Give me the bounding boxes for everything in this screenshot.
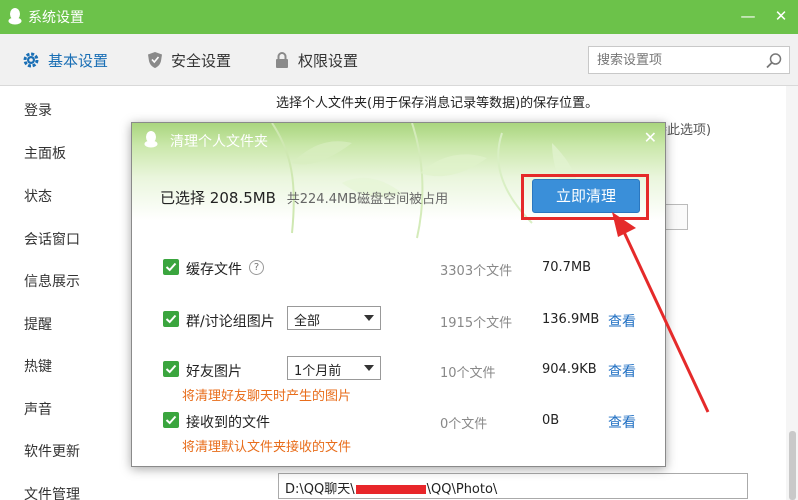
sidebar-item-file-management[interactable]: 文件管理 — [24, 484, 80, 500]
chevron-down-icon — [364, 315, 374, 321]
sidebar-item-info-display[interactable]: 信息展示 — [24, 271, 80, 291]
minimize-button[interactable]: — — [737, 6, 759, 26]
qq-logo-icon — [8, 8, 22, 25]
received-files-label: 接收到的文件 — [186, 415, 270, 431]
background-button[interactable] — [664, 204, 688, 230]
dialog-close-button[interactable]: ✕ — [644, 128, 657, 147]
window-title: 系统设置 — [28, 10, 84, 26]
group-images-view-link[interactable]: 查看 — [608, 311, 636, 331]
friend-images-file-count: 10个文件 — [440, 366, 496, 381]
received-files-note: 将清理默认文件夹接收的文件 — [182, 440, 352, 455]
received-files-view-link[interactable]: 查看 — [608, 412, 636, 432]
received-files-checkbox[interactable] — [163, 412, 179, 428]
sidebar-item-hotkey[interactable]: 热键 — [24, 356, 52, 376]
sidebar-item-reminder[interactable]: 提醒 — [24, 314, 52, 334]
sidebar-item-main-panel[interactable]: 主面板 — [24, 143, 66, 163]
tab-permission-settings[interactable]: 权限设置 — [274, 48, 358, 72]
folder-description: 选择个人文件夹(用于保存消息记录等数据)的保存位置。 — [276, 96, 599, 111]
gear-icon — [23, 52, 39, 68]
sidebar: 登录 主面板 状态 会话窗口 信息展示 提醒 热键 声音 软件更新 文件管理 — [0, 86, 152, 500]
selected-label: 已选择 — [160, 189, 206, 207]
clean-folder-dialog: 清理个人文件夹 ✕ 已选择 208.5MB 共224.4MB磁盘空间被占用 立即… — [131, 122, 666, 467]
received-files-file-count: 0个文件 — [440, 417, 488, 432]
selected-size: 208.5MB — [209, 189, 276, 207]
tab-label: 权限设置 — [298, 51, 359, 70]
sidebar-item-chat-window[interactable]: 会话窗口 — [24, 229, 80, 249]
friend-images-size: 904.9KB — [542, 362, 597, 377]
select-value: 1个月前 — [294, 364, 342, 379]
select-value: 全部 — [294, 314, 321, 329]
group-images-label: 群/讨论组图片 — [186, 314, 275, 330]
group-images-checkbox[interactable] — [163, 311, 179, 327]
search-icon[interactable] — [765, 52, 783, 70]
total-usage-text: 共224.4MB磁盘空间被占用 — [286, 192, 449, 207]
check-icon — [165, 314, 177, 324]
chevron-down-icon — [364, 365, 374, 371]
scrollbar[interactable] — [786, 86, 798, 500]
title-bar: 系统设置 — ✕ — [0, 0, 798, 34]
received-files-size: 0B — [542, 413, 560, 428]
clean-now-button[interactable]: 立即清理 — [532, 179, 640, 213]
toolbar: 基本设置 安全设置 权限设置 — [0, 34, 798, 86]
check-icon — [165, 262, 177, 272]
tab-basic-settings[interactable]: 基本设置 — [22, 48, 108, 72]
group-images-time-select[interactable]: 全部 — [287, 306, 381, 330]
tab-label: 安全设置 — [171, 51, 232, 70]
friend-images-checkbox[interactable] — [163, 361, 179, 377]
friend-images-label: 好友图片 — [186, 364, 242, 380]
check-icon — [165, 364, 177, 374]
scrollbar-thumb[interactable] — [789, 431, 796, 500]
check-icon — [165, 415, 177, 425]
sidebar-item-sound[interactable]: 声音 — [24, 399, 52, 419]
sidebar-item-login[interactable]: 登录 — [24, 100, 52, 120]
close-button[interactable]: ✕ — [770, 6, 792, 26]
sidebar-item-software-update[interactable]: 软件更新 — [24, 441, 80, 461]
group-images-size: 136.9MB — [542, 312, 600, 327]
cache-size: 70.7MB — [542, 260, 592, 275]
qq-logo-icon — [144, 131, 158, 148]
search-input[interactable] — [589, 47, 757, 73]
cache-checkbox[interactable] — [163, 259, 179, 275]
redaction-mark — [355, 485, 426, 494]
path-suffix: \QQ\Photo\ — [426, 482, 498, 497]
sidebar-item-status[interactable]: 状态 — [24, 186, 52, 206]
dialog-title: 清理个人文件夹 — [170, 134, 268, 150]
cache-file-count: 3303个文件 — [440, 264, 513, 279]
selection-summary: 已选择 208.5MB 共224.4MB磁盘空间被占用 — [160, 187, 448, 208]
folder-path-field[interactable]: D:\QQ聊天\ \QQ\Photo\ — [278, 473, 748, 499]
friend-images-time-select[interactable]: 1个月前 — [287, 356, 381, 380]
group-images-file-count: 1915个文件 — [440, 316, 513, 331]
tab-security-settings[interactable]: 安全设置 — [147, 48, 231, 72]
friend-images-note: 将清理好友聊天时产生的图片 — [182, 389, 352, 404]
help-icon[interactable]: ? — [249, 260, 264, 275]
path-prefix: D:\QQ聊天\ — [285, 482, 355, 497]
cache-label: 缓存文件 — [186, 262, 242, 278]
friend-images-view-link[interactable]: 查看 — [608, 361, 636, 381]
search-box — [588, 46, 790, 74]
lock-icon — [276, 52, 288, 68]
tab-label: 基本设置 — [48, 51, 109, 70]
shield-icon — [148, 52, 162, 68]
